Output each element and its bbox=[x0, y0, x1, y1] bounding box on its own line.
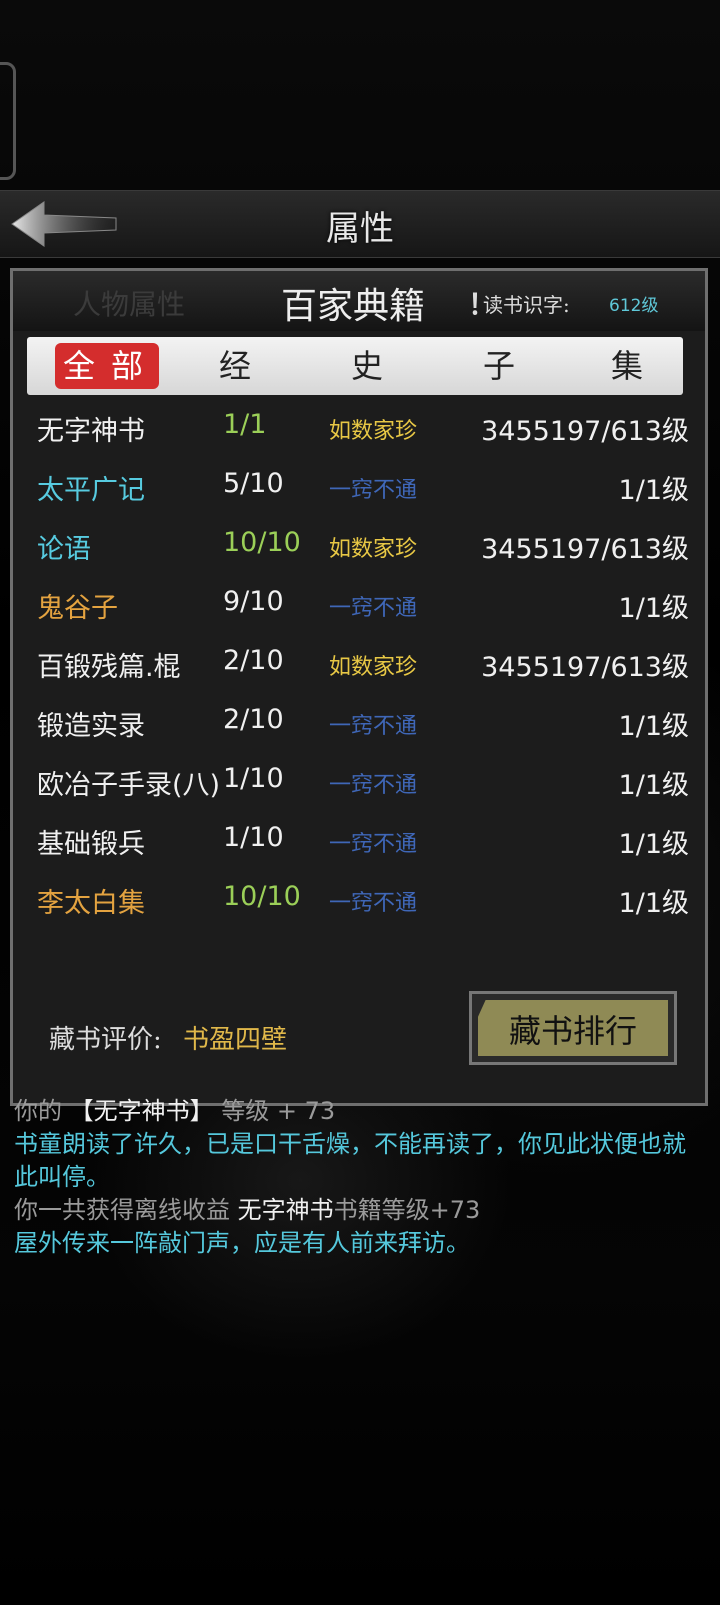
book-row[interactable]: 鬼谷子 9/10 一窍不通 1/1级 bbox=[13, 576, 705, 634]
book-level: 1/1级 bbox=[618, 888, 689, 919]
book-count: 1/10 bbox=[223, 822, 284, 853]
log-text: 等级 + 73 bbox=[221, 1097, 336, 1125]
log-book-name: 【无字神书】 bbox=[69, 1097, 214, 1125]
book-name: 鬼谷子 bbox=[37, 593, 118, 624]
book-row[interactable]: 论语 10/10 如数家珍 3455197/613级 bbox=[13, 517, 705, 575]
background-tab-label: 人物属性 bbox=[73, 288, 186, 321]
book-count: 1/1 bbox=[223, 409, 267, 440]
book-name: 锻造实录 bbox=[37, 711, 145, 742]
book-status: 一窍不通 bbox=[329, 596, 418, 621]
book-count: 9/10 bbox=[223, 586, 284, 617]
book-status: 如数家珍 bbox=[329, 655, 418, 680]
log-line: 你的 【无字神书】 等级 + 73 bbox=[14, 1095, 704, 1128]
book-status: 如数家珍 bbox=[329, 419, 418, 444]
book-name: 无字神书 bbox=[37, 416, 145, 447]
tab-ji[interactable]: 集 bbox=[587, 343, 667, 389]
book-row[interactable]: 李太白集 10/10 一窍不通 1/1级 bbox=[13, 871, 705, 929]
book-row[interactable]: 太平广记 5/10 一窍不通 1/1级 bbox=[13, 458, 705, 516]
book-name: 欧冶子手录(八) bbox=[37, 770, 221, 801]
log-text: 书籍等级+73 bbox=[333, 1196, 481, 1224]
book-name: 论语 bbox=[37, 534, 91, 565]
book-level: 3455197/613级 bbox=[481, 416, 689, 447]
log-book-name: 无字神书 bbox=[237, 1196, 334, 1224]
book-level: 1/1级 bbox=[618, 770, 689, 801]
message-log: 你的 【无字神书】 等级 + 73 书童朗读了许久，已是口干舌燥，不能再读了，你… bbox=[14, 1095, 704, 1260]
book-level: 1/1级 bbox=[618, 475, 689, 506]
book-name: 太平广记 bbox=[37, 475, 145, 506]
reading-skill-label: 读书识字: bbox=[483, 293, 570, 317]
book-row[interactable]: 无字神书 1/1 如数家珍 3455197/613级 bbox=[13, 399, 705, 457]
book-level: 3455197/613级 bbox=[481, 534, 689, 565]
tab-all[interactable]: 全部 bbox=[55, 343, 159, 389]
collection-rating-label: 藏书评价: bbox=[49, 1025, 162, 1055]
book-name: 基础锻兵 bbox=[37, 829, 145, 860]
book-status: 一窍不通 bbox=[329, 773, 418, 798]
book-row[interactable]: 欧冶子手录(八) 1/10 一窍不通 1/1级 bbox=[13, 753, 705, 811]
book-count: 10/10 bbox=[223, 881, 301, 912]
book-status: 一窍不通 bbox=[329, 478, 418, 503]
side-frame-decoration bbox=[0, 62, 16, 180]
collection-rating-value: 书盈四壁 bbox=[183, 1025, 288, 1055]
book-row[interactable]: 基础锻兵 1/10 一窍不通 1/1级 bbox=[13, 812, 705, 870]
book-status: 一窍不通 bbox=[329, 832, 418, 857]
book-status: 如数家珍 bbox=[329, 537, 418, 562]
book-level: 1/1级 bbox=[618, 829, 689, 860]
book-name: 百锻残篇.棍 bbox=[37, 652, 181, 683]
book-count: 2/10 bbox=[223, 704, 284, 735]
book-status: 一窍不通 bbox=[329, 714, 418, 739]
book-row[interactable]: 锻造实录 2/10 一窍不通 1/1级 bbox=[13, 694, 705, 752]
header-bar: 属性 bbox=[0, 190, 720, 258]
book-level: 1/1级 bbox=[618, 711, 689, 742]
dialog-title: 百家典籍 bbox=[281, 286, 426, 327]
book-name: 李太白集 bbox=[37, 888, 145, 919]
log-line: 屋外传来一阵敲门声，应是有人前来拜访。 bbox=[14, 1229, 470, 1257]
book-status: 一窍不通 bbox=[329, 891, 418, 916]
collection-ranking-button[interactable]: 藏书排行 bbox=[469, 991, 677, 1065]
panel-title-bar: 人物属性 百家典籍 ！ 读书识字: 612级 bbox=[13, 271, 705, 331]
book-count: 1/10 bbox=[223, 763, 284, 794]
tab-shi[interactable]: 史 bbox=[327, 343, 407, 389]
reading-skill-level: 612级 bbox=[609, 296, 659, 316]
log-text: 你一共获得离线收益 bbox=[14, 1196, 238, 1224]
log-line: 你一共获得离线收益 无字神书书籍等级+73 bbox=[14, 1194, 704, 1227]
book-count: 5/10 bbox=[223, 468, 284, 499]
book-level: 3455197/613级 bbox=[481, 652, 689, 683]
category-tabs: 全部 经 史 子 集 bbox=[27, 337, 683, 395]
collection-ranking-label: 藏书排行 bbox=[508, 1012, 637, 1050]
tab-zi[interactable]: 子 bbox=[459, 343, 539, 389]
log-line: 书童朗读了许久，已是口干舌燥，不能再读了，你见此状便也就此叫停。 bbox=[14, 1130, 686, 1191]
books-panel: 人物属性 百家典籍 ！ 读书识字: 612级 全部 经 史 子 集 无字神书 1… bbox=[10, 268, 708, 1106]
book-row[interactable]: 百锻残篇.棍 2/10 如数家珍 3455197/613级 bbox=[13, 635, 705, 693]
book-count: 10/10 bbox=[223, 527, 301, 558]
book-level: 1/1级 bbox=[618, 593, 689, 624]
page-title: 属性 bbox=[326, 209, 394, 249]
tab-jing[interactable]: 经 bbox=[195, 343, 275, 389]
book-count: 2/10 bbox=[223, 645, 284, 676]
log-text: 你的 bbox=[14, 1097, 62, 1125]
